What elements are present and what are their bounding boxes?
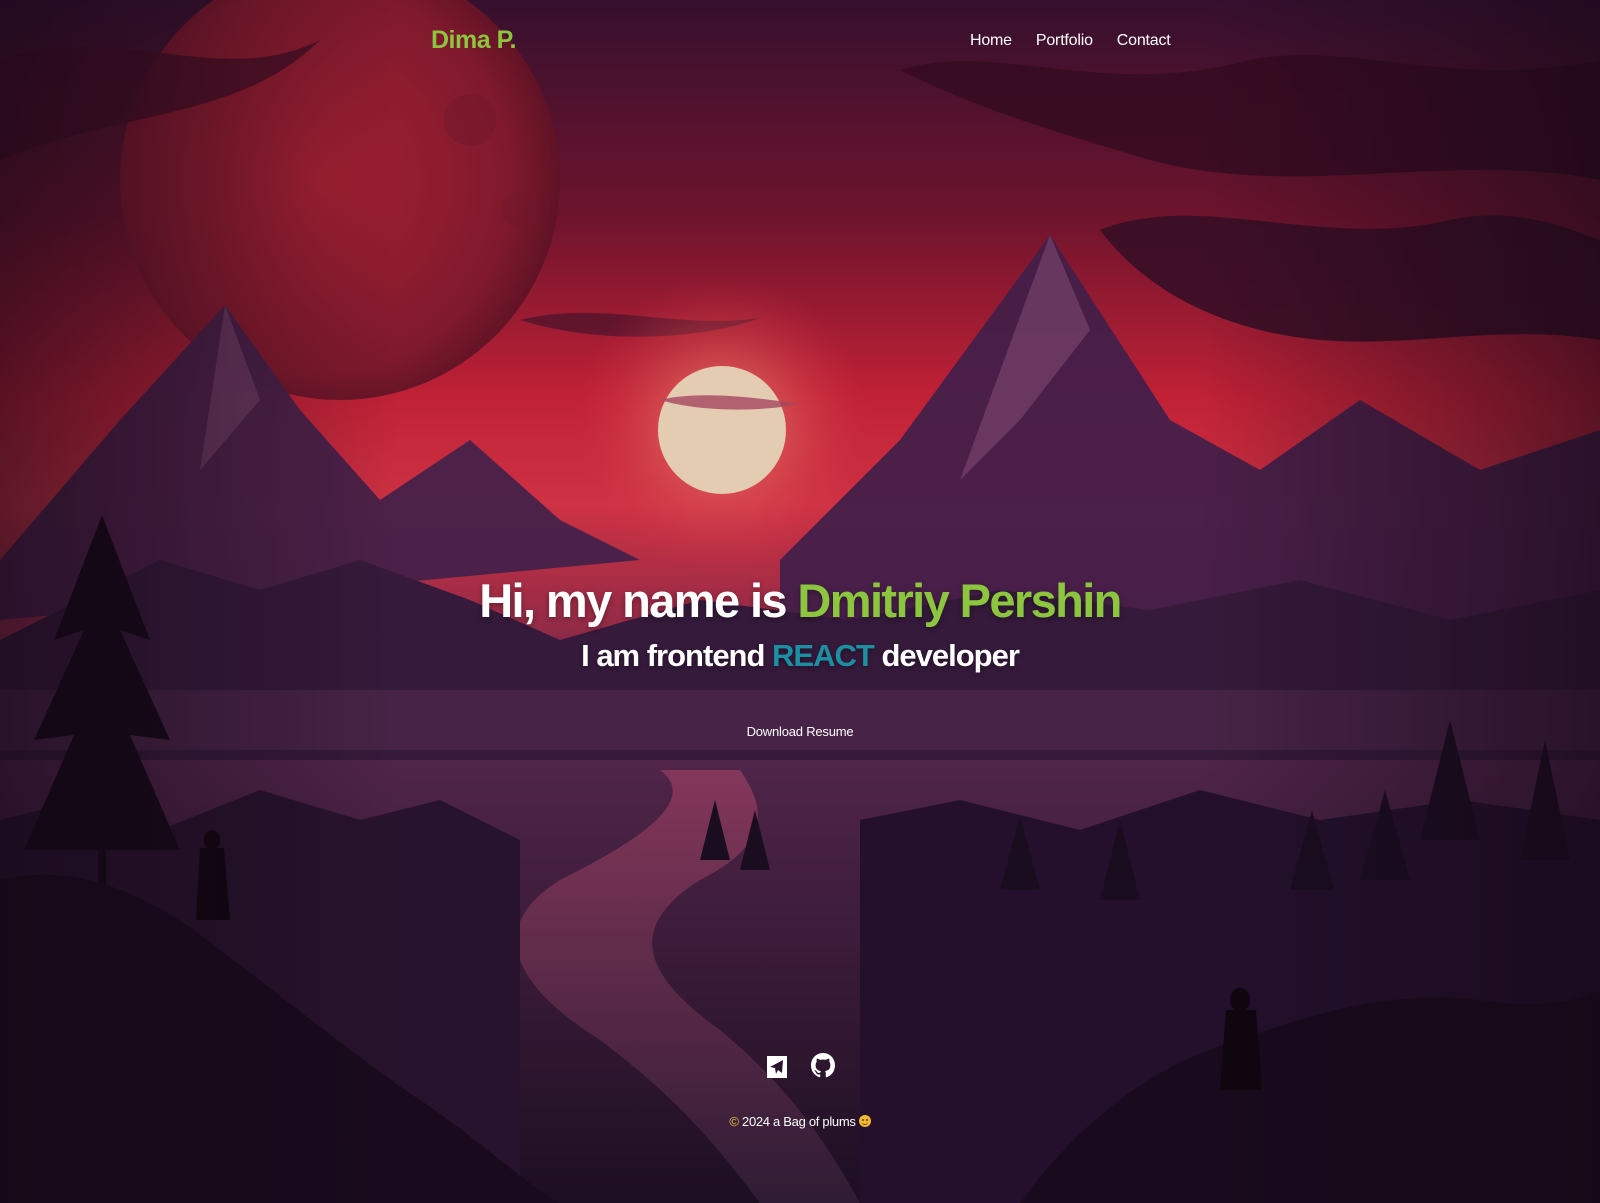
download-wrapper: Download Resume [0,723,1600,741]
hero-subtitle: I am frontend REACT developer [0,636,1600,676]
hero-subtitle-suffix: developer [873,638,1019,673]
nav-contact[interactable]: Contact [1117,32,1171,50]
hero-section: Hi, my name is Dmitriy Pershin I am fron… [0,572,1600,676]
footer: © 2024 a Bag of plums [0,1114,1600,1129]
copyright-symbol: © [729,1114,739,1129]
grin-emoji-icon [858,1115,871,1127]
github-icon[interactable] [810,1050,836,1084]
nav-portfolio[interactable]: Portfolio [1036,32,1093,50]
hero-subtitle-prefix: I am frontend [581,638,773,673]
download-resume-link[interactable]: Download Resume [747,724,854,739]
hero-subtitle-highlight: REACT [772,638,875,673]
main-nav: Home Portfolio Contact [970,30,1171,54]
social-links [0,1050,1600,1084]
brand-logo[interactable]: Dima P. [431,26,516,55]
hero-title-prefix: Hi, my name is [479,574,798,627]
hero-title-name: Dmitriy Pershin [797,574,1122,627]
hero-title: Hi, my name is Dmitriy Pershin [0,572,1600,630]
telegram-icon[interactable] [764,1050,790,1084]
nav-home[interactable]: Home [970,30,1012,54]
footer-text: 2024 a Bag of plums [738,1114,856,1129]
